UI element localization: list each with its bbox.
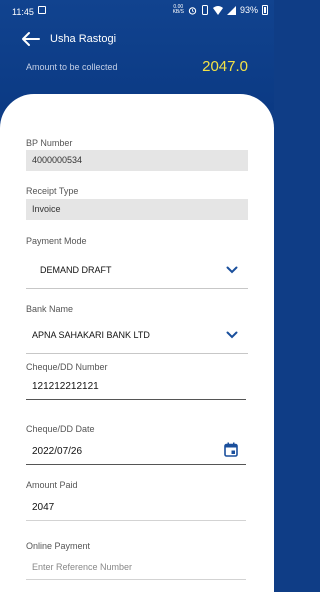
amount-paid-value: 2047 bbox=[32, 502, 55, 513]
cheque-number-label: Cheque/DD Number bbox=[26, 362, 108, 372]
signal-icon bbox=[226, 5, 236, 15]
wifi-icon bbox=[212, 5, 223, 15]
reference-number-input[interactable]: Enter Reference Number bbox=[26, 558, 246, 580]
amount-value: 2047.0 bbox=[202, 58, 248, 75]
form-sheet: BP Number 4000000534 Receipt Type Invoic… bbox=[0, 94, 274, 592]
battery-icon bbox=[262, 5, 268, 15]
status-time: 11:45 bbox=[12, 7, 34, 17]
bp-number-field: 4000000534 bbox=[26, 150, 248, 171]
bank-name-value: APNA SAHAKARI BANK LTD bbox=[32, 330, 150, 340]
image-notification-icon bbox=[38, 6, 46, 14]
chevron-down-icon bbox=[226, 266, 238, 274]
receipt-type-field: Invoice bbox=[26, 199, 248, 220]
bank-name-select[interactable]: APNA SAHAKARI BANK LTD bbox=[26, 318, 248, 354]
cheque-date-value: 2022/07/26 bbox=[32, 446, 83, 457]
cheque-date-label: Cheque/DD Date bbox=[26, 424, 95, 434]
amount-paid-input[interactable]: 2047 bbox=[26, 499, 246, 521]
receipt-type-label: Receipt Type bbox=[26, 186, 79, 196]
bank-name-label: Bank Name bbox=[26, 304, 74, 314]
online-payment-label: Online Payment bbox=[26, 541, 91, 551]
chevron-down-icon bbox=[226, 331, 238, 339]
reference-number-placeholder: Enter Reference Number bbox=[32, 562, 133, 572]
bp-number-label: BP Number bbox=[26, 138, 73, 148]
amount-paid-label: Amount Paid bbox=[26, 480, 78, 490]
cheque-number-value: 121212212121 bbox=[32, 381, 99, 392]
battery-percent: 93% bbox=[239, 5, 258, 15]
network-speed: 0.00 KB/S bbox=[172, 4, 184, 15]
status-icons: 0.00 KB/S 93% bbox=[173, 5, 268, 15]
payment-mode-value: DEMAND DRAFT bbox=[40, 265, 112, 275]
calendar-icon[interactable] bbox=[224, 442, 238, 457]
payment-mode-label: Payment Mode bbox=[26, 236, 87, 246]
arrow-left-icon[interactable] bbox=[20, 31, 40, 47]
amount-label: Amount to be collected bbox=[26, 62, 118, 72]
cheque-number-input[interactable]: 121212212121 bbox=[26, 378, 246, 400]
payment-mode-select[interactable]: DEMAND DRAFT bbox=[26, 253, 248, 289]
phone-vibrate-icon bbox=[201, 5, 208, 15]
status-bar: 11:45 0.00 KB/S 93% bbox=[0, 0, 274, 22]
page-title: Usha Rastogi bbox=[50, 33, 117, 45]
alarm-icon bbox=[188, 6, 197, 15]
cheque-date-input[interactable]: 2022/07/26 bbox=[26, 442, 246, 465]
